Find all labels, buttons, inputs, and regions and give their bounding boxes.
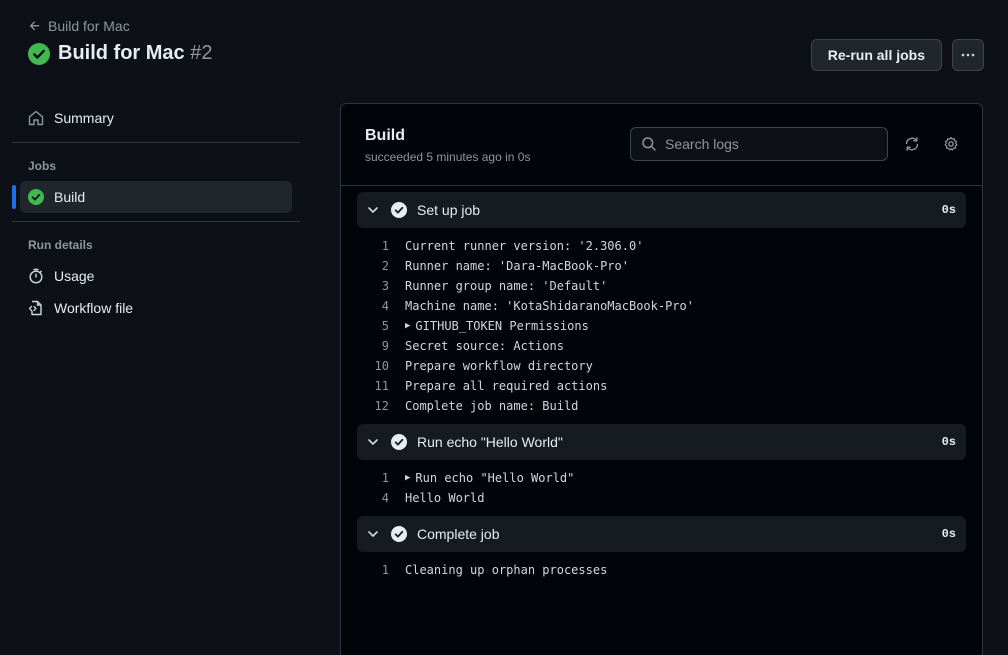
chevron-down-icon — [368, 531, 378, 537]
sidebar-item-label: Build — [54, 189, 86, 205]
log-line: 11 Prepare all required actions — [357, 376, 966, 396]
log-text: Run echo "Hello World" — [415, 471, 575, 485]
run-header: Build for Mac Build for Mac #2 Re-run al… — [28, 16, 984, 76]
sidebar-item-usage[interactable]: Usage — [12, 260, 300, 292]
log-line-expandable[interactable]: 1 ▶ Run echo "Hello World" — [357, 468, 966, 488]
line-number[interactable]: 4 — [357, 299, 405, 313]
triangle-right-icon[interactable]: ▶ — [405, 473, 410, 483]
log-line: 1 Cleaning up orphan processes — [357, 560, 966, 580]
log-line-expandable[interactable]: 5 ▶ GITHUB_TOKEN Permissions — [357, 316, 966, 336]
stopwatch-icon — [29, 268, 43, 284]
file-code-icon — [28, 300, 42, 316]
rerun-all-jobs-button[interactable]: Re-run all jobs — [810, 39, 942, 71]
step-duration: 0s — [941, 527, 956, 541]
header-actions: Re-run all jobs — [810, 39, 984, 71]
job-log-panel: Build succeeded 5 minutes ago in 0s Set … — [340, 103, 983, 655]
log-text: Hello World — [405, 491, 485, 505]
log-text: Runner name: 'Dara-MacBook-Pro' — [405, 259, 629, 273]
chevron-down-icon — [368, 439, 378, 445]
search-logs-field[interactable] — [630, 127, 888, 161]
check-circle-success-icon — [28, 189, 44, 205]
sidebar-item-label: Usage — [54, 268, 95, 284]
check-circle-fill-icon — [391, 202, 407, 218]
run-number: #2 — [190, 42, 213, 64]
line-number[interactable]: 11 — [357, 379, 405, 393]
step-log: 1 Current runner version: '2.306.0' 2 Runn… — [357, 228, 966, 424]
log-line: 4 Hello World — [357, 488, 966, 508]
log-line: 9 Secret source: Actions — [357, 336, 966, 356]
job-title: Build — [365, 127, 405, 144]
log-text: Runner group name: 'Default' — [405, 279, 608, 293]
job-steps: Set up job 0s 1 Current runner version: '… — [341, 186, 982, 588]
step-log: 1 Cleaning up orphan processes — [357, 552, 966, 588]
line-number[interactable]: 1 — [357, 471, 405, 485]
sidebar-item-summary[interactable]: Summary — [12, 102, 300, 134]
step-header[interactable]: Run echo "Hello World" 0s — [357, 424, 966, 460]
line-number[interactable]: 2 — [357, 259, 405, 273]
back-link[interactable]: Build for Mac — [28, 16, 984, 36]
step-complete-job: Complete job 0s 1 Cleaning up orphan proc… — [357, 516, 966, 588]
more-options-button[interactable] — [952, 39, 984, 71]
sidebar-item-label: Summary — [54, 110, 114, 126]
line-number[interactable]: 9 — [357, 339, 405, 353]
line-number[interactable]: 12 — [357, 399, 405, 413]
settings-button[interactable] — [941, 134, 961, 154]
sidebar-item-job-build[interactable]: Build — [12, 181, 292, 213]
log-text: Machine name: 'KotaShidaranoMacBook-Pro' — [405, 299, 694, 313]
sidebar: Summary Jobs Build Run details Usage Wor… — [12, 102, 300, 324]
arrow-left-icon — [29, 21, 40, 31]
line-number[interactable]: 5 — [357, 319, 405, 333]
kebab-horizontal-icon — [961, 53, 975, 57]
log-text: Current runner version: '2.306.0' — [405, 239, 644, 253]
log-text: GITHUB_TOKEN Permissions — [415, 319, 589, 333]
search-logs-input[interactable] — [665, 136, 865, 152]
line-number[interactable]: 3 — [357, 279, 405, 293]
sidebar-heading-run-details: Run details — [28, 238, 93, 252]
sidebar-item-workflow-file[interactable]: Workflow file — [12, 292, 300, 324]
log-line: 4 Machine name: 'KotaShidaranoMacBook-Pro… — [357, 296, 966, 316]
log-text: Cleaning up orphan processes — [405, 563, 608, 577]
log-text: Prepare workflow directory — [405, 359, 593, 373]
line-number[interactable]: 1 — [357, 239, 405, 253]
step-name: Set up job — [417, 202, 481, 218]
log-line: 3 Runner group name: 'Default' — [357, 276, 966, 296]
step-header[interactable]: Complete job 0s — [357, 516, 966, 552]
gear-icon — [944, 136, 958, 151]
line-number[interactable]: 1 — [357, 563, 405, 577]
job-log-header: Build succeeded 5 minutes ago in 0s — [341, 104, 982, 186]
workflow-name: Build for Mac — [58, 42, 185, 64]
step-set-up-job: Set up job 0s 1 Current runner version: '… — [357, 192, 966, 424]
refresh-button[interactable] — [902, 134, 922, 154]
log-text: Secret source: Actions — [405, 339, 564, 353]
step-name: Complete job — [417, 526, 500, 542]
step-name: Run echo "Hello World" — [417, 434, 563, 450]
log-line: 1 Current runner version: '2.306.0' — [357, 236, 966, 256]
back-link-label: Build for Mac — [48, 18, 130, 34]
line-number[interactable]: 4 — [357, 491, 405, 505]
step-header[interactable]: Set up job 0s — [357, 192, 966, 228]
check-circle-fill-icon — [391, 434, 407, 450]
sync-icon — [905, 137, 919, 151]
page-title: Build for Mac #2 — [58, 42, 212, 65]
triangle-right-icon[interactable]: ▶ — [405, 321, 410, 331]
log-line: 12 Complete job name: Build — [357, 396, 966, 416]
step-run-echo: Run echo "Hello World" 0s 1 ▶ Run echo "He… — [357, 424, 966, 516]
home-icon — [28, 110, 44, 126]
log-line: 2 Runner name: 'Dara-MacBook-Pro' — [357, 256, 966, 276]
log-text: Complete job name: Build — [405, 399, 579, 413]
search-icon — [642, 137, 656, 151]
step-duration: 0s — [941, 435, 956, 449]
log-line: 10 Prepare workflow directory — [357, 356, 966, 376]
log-text: Prepare all required actions — [405, 379, 608, 393]
job-status-subtitle: succeeded 5 minutes ago in 0s — [365, 150, 531, 164]
check-circle-success-icon — [28, 42, 50, 65]
line-number[interactable]: 10 — [357, 359, 405, 373]
sidebar-heading-jobs: Jobs — [28, 159, 57, 173]
check-circle-fill-icon — [391, 526, 407, 542]
sidebar-item-label: Workflow file — [54, 300, 134, 316]
step-duration: 0s — [941, 203, 956, 217]
chevron-down-icon — [368, 207, 378, 213]
step-log: 1 ▶ Run echo "Hello World" 4 Hello World — [357, 460, 966, 516]
